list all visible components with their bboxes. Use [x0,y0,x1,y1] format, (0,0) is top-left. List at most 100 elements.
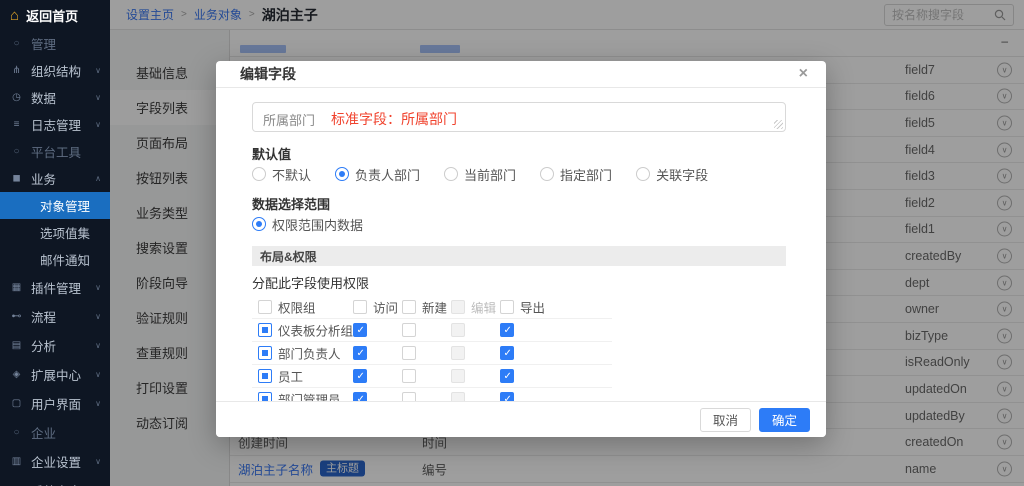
edit-all-checkbox-disabled [451,300,465,314]
confirm-button[interactable]: 确定 [759,408,810,432]
sidebar-item-admin[interactable]: ○管理 [0,30,110,57]
sidebar-item-option-value-sets[interactable]: 选项值集 [0,219,110,246]
export-checkbox[interactable] [500,392,514,401]
export-checkbox[interactable] [500,346,514,360]
resize-handle-icon[interactable] [774,120,783,129]
access-checkbox[interactable] [353,323,367,337]
close-icon[interactable]: × [799,64,808,83]
sidebar-item-enterprise[interactable]: ○ 企业 [0,418,110,447]
field-name-value: 所属部门 [263,113,315,128]
radio-label: 权限范围内数据 [272,215,363,234]
sidebar-item-label: 流程 [31,307,56,326]
column-edit: 编辑 [471,298,496,317]
main-sidebar: ⌂ 返回首页 ○管理 ⋔组织结构∨ ◷数据∨ ≡日志管理∨ ○ 平台工具 ◼业务∧… [0,0,110,486]
workflow-icon: ⊷ [10,311,23,322]
column-export: 导出 [520,298,545,317]
chevron-down-icon: ∨ [95,399,101,408]
cancel-button[interactable]: 取消 [700,408,751,432]
export-checkbox[interactable] [500,323,514,337]
sidebar-item-data[interactable]: ◷数据∨ [0,84,110,111]
radio-owner-department[interactable]: 负责人部门 [335,165,420,184]
sidebar-item-label: 系统安全 [31,481,81,486]
access-checkbox[interactable] [353,392,367,401]
sidebar-item-plugin-management[interactable]: ▦ 插件管理 ∨ [0,273,110,302]
access-all-checkbox[interactable] [353,300,367,314]
permission-group-name: 部门管理员 [278,390,341,402]
sidebar-item-email-notifications[interactable]: 邮件通知 [0,246,110,273]
chevron-down-icon: ∨ [95,312,101,321]
sidebar-item-object-management[interactable]: 对象管理 [0,192,110,219]
radio-icon [636,167,650,181]
sidebar-item-analysis[interactable]: ▤分析∨ [0,331,110,360]
sidebar-item-label: 企业 [31,423,56,442]
permission-header-row: 权限组 访问 新建 编辑 导出 [252,296,612,319]
sidebar-item-workflow[interactable]: ⊷ 流程 ∨ [0,302,110,331]
radio-selected-icon [335,167,349,181]
admin-icon: ○ [10,38,23,49]
extension-center-icon: ◈ [10,369,23,380]
sidebar-item-log-management[interactable]: ≡日志管理∨ [0,111,110,138]
chevron-up-icon: ∧ [95,174,101,183]
radio-related-field[interactable]: 关联字段 [636,165,708,184]
permission-row: 员工 [252,365,612,388]
permission-table: 权限组 访问 新建 编辑 导出 仪表板分析组件 部门负责人 [252,296,612,401]
sidebar-item-system-security[interactable]: ◆系统安全∨ [0,476,110,486]
default-value-label: 默认值 [252,144,786,159]
sidebar-item-label: 插件管理 [31,278,81,297]
row-indeterminate-checkbox[interactable] [258,392,272,401]
sidebar-item-extension-center[interactable]: ◈扩展中心∨ [0,360,110,389]
radio-label: 负责人部门 [355,165,420,184]
sidebar-item-enterprise-settings[interactable]: ▥企业设置∨ [0,447,110,476]
chevron-down-icon: ∨ [95,283,101,292]
analysis-icon: ▤ [10,340,23,351]
chevron-down-icon: ∨ [95,341,101,350]
row-indeterminate-checkbox[interactable] [258,323,272,337]
enterprise-settings-icon: ▥ [10,456,23,467]
sidebar-item-label: 平台工具 [31,142,81,161]
sidebar-item-user-interface[interactable]: ▢用户界面∨ [0,389,110,418]
access-checkbox[interactable] [353,346,367,360]
access-checkbox[interactable] [353,369,367,383]
permission-group-name: 部门负责人 [278,344,341,363]
platform-tools-icon: ○ [10,146,23,157]
sidebar-item-label: 企业设置 [31,452,81,471]
radio-label: 不默认 [272,165,311,184]
row-indeterminate-checkbox[interactable] [258,346,272,360]
row-indeterminate-checkbox[interactable] [258,369,272,383]
permission-row: 部门负责人 [252,342,612,365]
column-permission-group: 权限组 [278,298,316,317]
sidebar-item-label: 用户界面 [31,394,81,413]
export-all-checkbox[interactable] [500,300,514,314]
radio-permission-scope-data[interactable]: 权限范围内数据 [252,215,363,234]
radio-current-department[interactable]: 当前部门 [444,165,516,184]
sidebar-item-org-structure[interactable]: ⋔组织结构∨ [0,57,110,84]
column-access: 访问 [373,298,398,317]
chevron-down-icon: ∨ [95,370,101,379]
create-checkbox[interactable] [402,369,416,383]
plugin-management-icon: ▦ [10,282,23,293]
field-name-textarea[interactable]: 所属部门 标准字段：所属部门 [252,102,786,132]
sidebar-item-home[interactable]: ⌂ 返回首页 [0,0,110,30]
sidebar-item-business[interactable]: ◼业务∧ [0,165,110,192]
permission-row: 仪表板分析组件 [252,319,612,342]
export-checkbox[interactable] [500,369,514,383]
radio-selected-icon [252,217,266,231]
radio-specified-department[interactable]: 指定部门 [540,165,612,184]
edit-checkbox-disabled [451,346,465,360]
assign-permission-subtitle: 分配此字段使用权限 [252,273,786,288]
create-checkbox[interactable] [402,392,416,401]
chevron-down-icon: ∨ [95,120,101,129]
sidebar-item-label: 组织结构 [31,61,81,80]
edit-checkbox-disabled [451,392,465,401]
create-checkbox[interactable] [402,323,416,337]
sidebar-home-label: 返回首页 [26,6,78,25]
modal-title: 编辑字段 [240,64,296,84]
create-all-checkbox[interactable] [402,300,416,314]
sidebar-item-platform-tools[interactable]: ○ 平台工具 [0,138,110,165]
select-all-checkbox[interactable] [258,300,272,314]
radio-no-default[interactable]: 不默认 [252,165,311,184]
enterprise-icon: ○ [10,427,23,438]
radio-icon [540,167,554,181]
modal-footer: 取消 确定 [216,401,826,437]
create-checkbox[interactable] [402,346,416,360]
